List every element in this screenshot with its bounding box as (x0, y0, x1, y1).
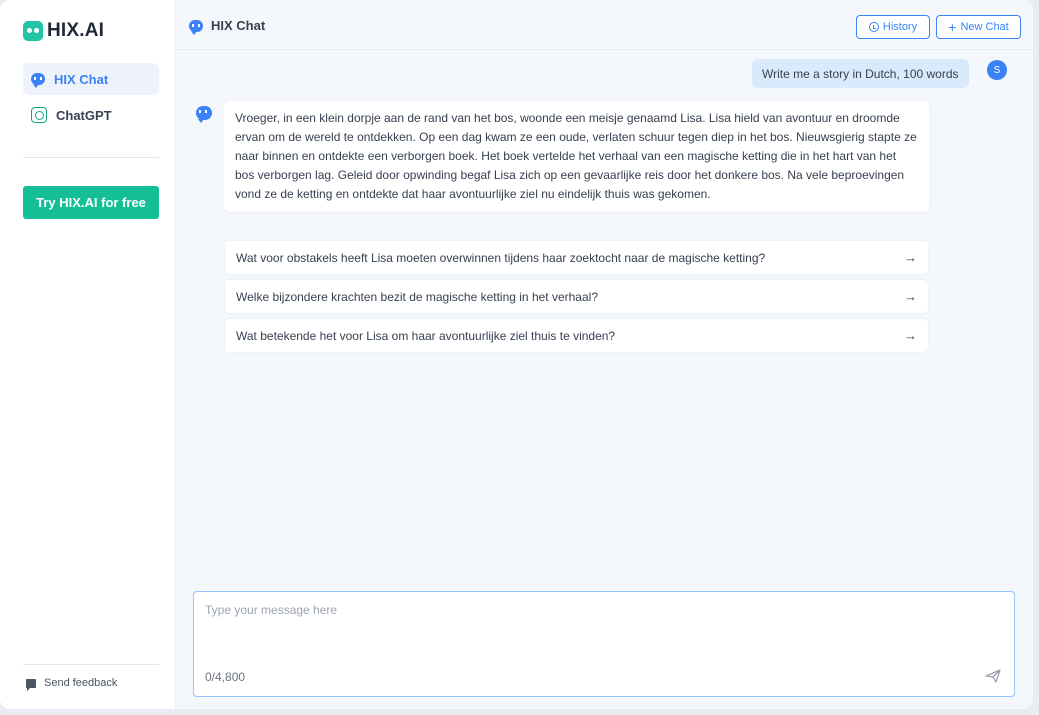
new-chat-button[interactable]: + New Chat (936, 15, 1021, 39)
page-title: HIX Chat (189, 18, 266, 35)
sidebar-divider-bottom (23, 664, 159, 665)
logo[interactable]: HIX.AI (23, 20, 104, 42)
suggestion-item[interactable]: Wat betekende het voor Lisa om haar avon… (224, 318, 929, 353)
try-free-button[interactable]: Try HIX.AI for free (23, 186, 159, 219)
sidebar-item-chatgpt[interactable]: ChatGPT (23, 99, 159, 131)
avatar: S (987, 60, 1007, 80)
character-counter: 0/4,800 (205, 670, 246, 684)
arrow-right-icon: → (904, 328, 917, 343)
suggestion-text: Wat betekende het voor Lisa om haar avon… (236, 328, 616, 343)
sidebar-item-label: HIX Chat (54, 71, 109, 87)
sidebar-divider (23, 157, 159, 158)
send-feedback-link[interactable]: Send feedback (26, 677, 118, 691)
bot-avatar-icon (196, 106, 212, 125)
sidebar-item-label: ChatGPT (56, 107, 112, 123)
clock-icon (868, 22, 879, 32)
feedback-label: Send feedback (44, 677, 118, 689)
plus-icon: + (948, 19, 957, 35)
suggestion-text: Wat voor obstakels heeft Lisa moeten ove… (236, 250, 766, 265)
chatgpt-icon (31, 107, 47, 123)
sidebar: HIX.AI HIX Chat ChatGPT Try HIX.AI for f… (0, 0, 176, 709)
feedback-icon (26, 678, 36, 691)
chat-bubble-icon (31, 73, 45, 88)
sidebar-item-hix-chat[interactable]: HIX Chat (23, 63, 159, 95)
new-chat-label: New Chat (960, 21, 1009, 33)
chat-main: HIX Chat History + New Chat Write me a s… (176, 0, 1033, 709)
user-message: Write me a story in Dutch, 100 words (752, 59, 969, 88)
suggestion-item[interactable]: Wat voor obstakels heeft Lisa moeten ove… (224, 240, 929, 275)
app-window: HIX.AI HIX Chat ChatGPT Try HIX.AI for f… (0, 0, 1033, 709)
suggestion-text: Welke bijzondere krachten bezit de magis… (236, 289, 598, 304)
bot-message: Vroeger, in een klein dorpje aan de rand… (224, 101, 929, 212)
message-composer: 0/4,800 (193, 591, 1015, 697)
suggestion-item[interactable]: Welke bijzondere krachten bezit de magis… (224, 279, 929, 314)
chat-bubble-icon (189, 19, 203, 35)
history-label: History (882, 21, 918, 33)
brand-name: HIX.AI (47, 20, 105, 41)
logo-icon (23, 21, 43, 41)
arrow-right-icon: → (904, 250, 917, 265)
message-input[interactable] (194, 592, 1014, 662)
history-button[interactable]: History (856, 15, 930, 39)
arrow-right-icon: → (904, 289, 917, 304)
send-icon[interactable] (985, 669, 1001, 688)
page-title-text: HIX Chat (211, 18, 266, 33)
chat-header: HIX Chat History + New Chat (176, 0, 1033, 50)
